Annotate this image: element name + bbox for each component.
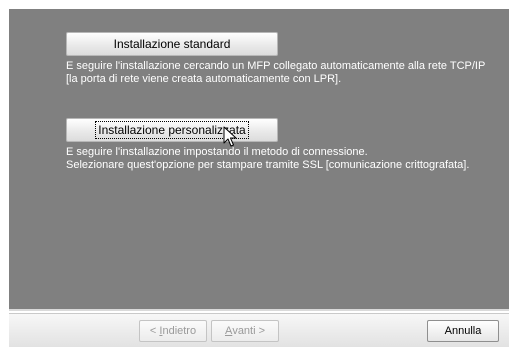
- back-prefix: <: [149, 325, 160, 337]
- standard-desc-line1: E seguire l'installazione cercando un MF…: [66, 60, 486, 72]
- back-button[interactable]: < Indietro: [139, 320, 207, 342]
- next-rest: vanti >: [232, 325, 266, 337]
- back-rest: ndietro: [162, 325, 197, 337]
- cancel-button[interactable]: Annulla: [427, 320, 499, 342]
- standard-install-description: E seguire l'installazione cercando un MF…: [66, 60, 496, 86]
- standard-install-label: Installazione standard: [113, 37, 231, 51]
- panel-divider: [9, 309, 509, 311]
- mouse-pointer-icon: [223, 126, 237, 147]
- standard-desc-line2: [la porta di rete viene creata automatic…: [66, 73, 342, 85]
- custom-desc-line2: Selezionare quest'opzione per stampare t…: [66, 159, 470, 171]
- wizard-footer: < Indietro Avanti > Annulla: [9, 313, 509, 347]
- custom-install-button[interactable]: Installazione personalizzata: [66, 118, 278, 142]
- cancel-label: Annulla: [444, 325, 482, 337]
- next-accel: A: [224, 325, 233, 337]
- next-button[interactable]: Avanti >: [211, 320, 279, 342]
- standard-install-button[interactable]: Installazione standard: [66, 32, 278, 56]
- custom-desc-line1: E seguire l'installazione impostando il …: [66, 146, 368, 158]
- custom-install-description: E seguire l'installazione impostando il …: [66, 146, 496, 172]
